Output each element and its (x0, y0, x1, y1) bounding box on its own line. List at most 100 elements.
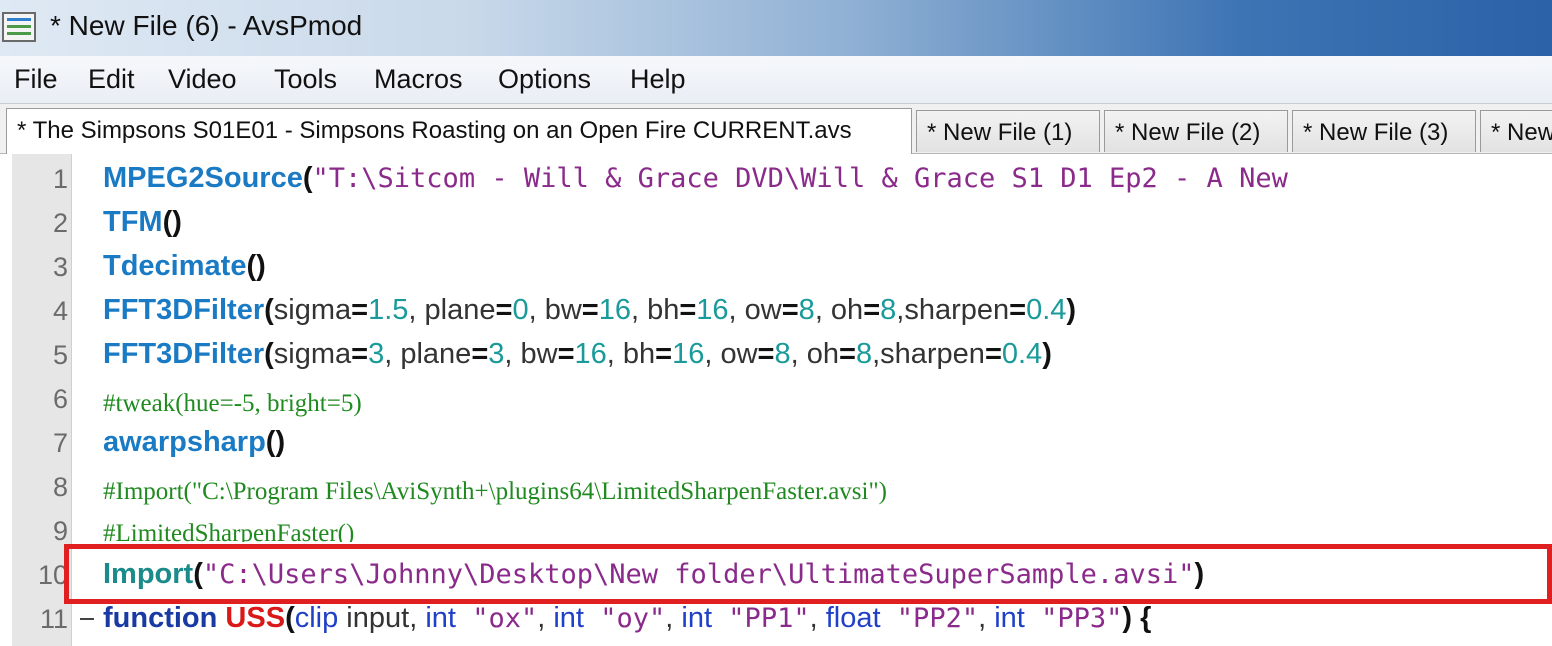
type-keyword: int (425, 602, 456, 634)
menu-macros[interactable]: Macros (374, 64, 463, 95)
line-number: 7 (52, 428, 68, 458)
type-keyword: float (825, 602, 881, 634)
tab-simpsons-current[interactable]: * The Simpsons S01E01 - Simpsons Roastin… (6, 108, 912, 154)
line-number: 8 (52, 472, 68, 502)
tab-new-file-2[interactable]: * New File (2) (1104, 110, 1288, 152)
param-name: sigma (273, 338, 352, 370)
line-number: 4 (52, 296, 68, 326)
param-value: 16 (598, 294, 631, 326)
function-name: Tdecimate (103, 250, 247, 282)
code-line-1[interactable]: MPEG2Source("T:\Sitcom - Will & Grace DV… (103, 162, 1288, 195)
separator: , (978, 602, 995, 634)
param-value: 0.4 (1001, 338, 1043, 370)
comment: #LimitedSharpenFaster() (103, 520, 355, 542)
param-value: 0 (512, 294, 529, 326)
tab-new-file-partial[interactable]: * New (1480, 110, 1552, 152)
param-value: 8 (880, 294, 897, 326)
tab-strip: * The Simpsons S01E01 - Simpsons Roastin… (0, 104, 1552, 154)
param-value: 1.5 (368, 294, 409, 326)
function-name: FFT3DFilter (103, 294, 265, 326)
menu-bar: File Edit Video Tools Macros Options Hel… (0, 56, 1552, 104)
param-value: 3 (488, 338, 505, 370)
line-number: 11 (39, 604, 68, 634)
function-name: TFM (103, 206, 163, 238)
function-name: MPEG2Source (103, 162, 303, 194)
param-name: input, (338, 602, 426, 634)
line-number: 10 (37, 560, 68, 590)
param-name: , oh (814, 294, 864, 326)
param-value: 0.4 (1026, 294, 1067, 326)
type-keyword: int (994, 602, 1025, 634)
tab-new-file-1[interactable]: * New File (1) (916, 110, 1100, 152)
line-number: 1 (52, 164, 68, 194)
string-literal: "oy" (584, 603, 666, 634)
separator: , (537, 602, 554, 634)
menu-video[interactable]: Video (168, 64, 237, 95)
paren: ) { (1122, 602, 1152, 634)
param-value: 16 (574, 338, 607, 370)
paren: () (265, 426, 286, 458)
code-line-11[interactable]: function USS(clip input, int "ox", int "… (103, 602, 1151, 635)
code-line-4[interactable]: FFT3DFilter(sigma=1.5, plane=0, bw=16, b… (103, 294, 1076, 327)
paren: () (162, 206, 182, 238)
string-literal: "ox" (455, 603, 538, 634)
code-line-7[interactable]: awarpsharp() (103, 426, 285, 459)
param-value: 8 (798, 294, 815, 326)
tab-new-file-3[interactable]: * New File (3) (1292, 110, 1476, 152)
code-line-5[interactable]: FFT3DFilter(sigma=3, plane=3, bw=16, bh=… (103, 338, 1052, 371)
menu-file[interactable]: File (14, 64, 58, 95)
line-number: 6 (52, 384, 68, 414)
param-name: ,sharpen (896, 294, 1010, 326)
code-line-6[interactable]: #tweak(hue=-5, bright=5) (103, 386, 362, 419)
window-title: * New File (6) - AvsPmod (50, 10, 363, 41)
line-number: 2 (52, 208, 68, 238)
menu-help[interactable]: Help (630, 64, 686, 95)
line-number: 3 (52, 252, 68, 282)
code-line-2[interactable]: TFM() (103, 206, 182, 239)
paren: ( (264, 294, 274, 326)
comment: #tweak(hue=-5, bright=5) (103, 390, 362, 417)
param-value: 16 (696, 294, 729, 326)
param-value: 16 (672, 338, 705, 370)
code-editor[interactable]: 1 2 3 4 5 6 7 8 9 10 11 MPEG2Source("T:\… (0, 154, 1552, 646)
param-name: sigma (273, 294, 352, 326)
title-bar[interactable]: * New File (6) - AvsPmod (0, 0, 1552, 56)
menu-edit[interactable]: Edit (88, 64, 135, 95)
type-keyword: int (681, 602, 713, 634)
menu-tools[interactable]: Tools (274, 64, 337, 95)
code-line-9[interactable]: #LimitedSharpenFaster() (103, 516, 354, 542)
function-name: awarpsharp (103, 426, 266, 458)
code-line-3[interactable]: Tdecimate() (103, 250, 266, 283)
param-value: 8 (774, 338, 791, 370)
menu-options[interactable]: Options (498, 64, 591, 95)
param-name: , bh (606, 338, 656, 370)
string-literal: "PP2" (880, 603, 979, 634)
param-name: , bw (504, 338, 558, 370)
param-name: ,sharpen (872, 338, 985, 370)
highlight-box (64, 544, 1552, 604)
paren: () (246, 250, 266, 282)
type-keyword: int (553, 602, 584, 634)
line-number: 9 (52, 516, 68, 546)
function-name: FFT3DFilter (103, 338, 265, 370)
param-name: , bw (528, 294, 582, 326)
code-line-8[interactable]: #Import("C:\Program Files\AviSynth+\plug… (103, 474, 887, 507)
paren: ) (1042, 338, 1052, 370)
fold-collapse-icon[interactable] (80, 618, 94, 620)
param-name: , ow (728, 294, 782, 326)
string-literal: "PP1" (712, 603, 810, 634)
param-value: 3 (368, 338, 385, 370)
separator: , (809, 602, 826, 634)
param-name: , ow (704, 338, 758, 370)
keyword: function (103, 602, 218, 634)
param-name: , bh (630, 294, 680, 326)
paren: ( (264, 338, 274, 370)
param-name: , plane (408, 294, 496, 326)
param-value: 8 (855, 338, 873, 370)
function-name: USS (225, 602, 286, 634)
paren: ( (302, 162, 313, 194)
string-literal: "PP3" (1024, 603, 1123, 634)
avspmod-app-icon[interactable] (2, 12, 36, 42)
line-number: 5 (52, 340, 68, 370)
separator: , (665, 602, 682, 634)
